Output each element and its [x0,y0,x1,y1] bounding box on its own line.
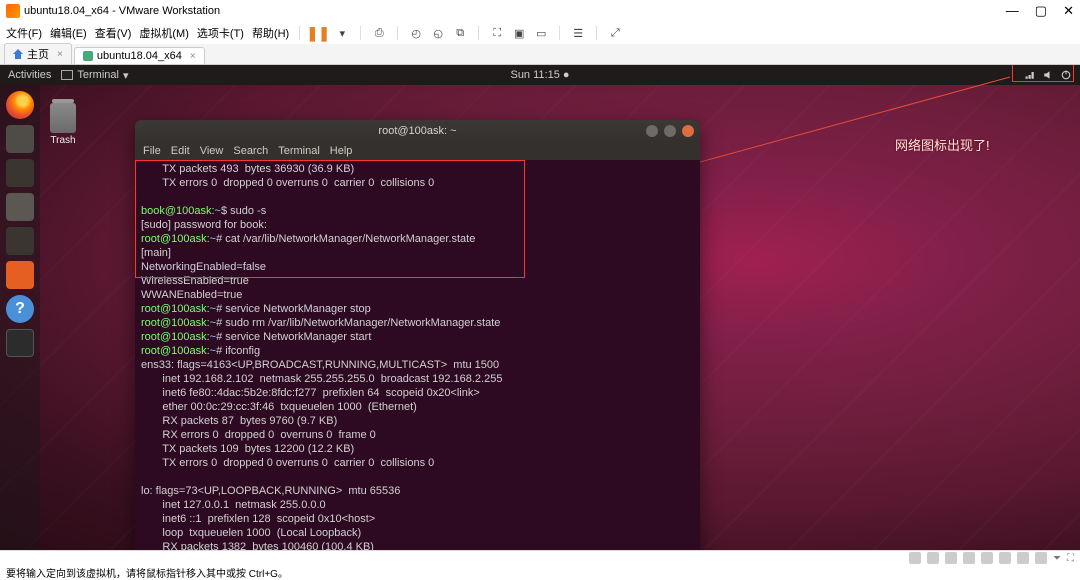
tab-vm-label: ubuntu18.04_x64 [97,50,182,62]
terminal-icon [61,70,73,80]
vmware-hint-bar: 要将输入定向到该虚拟机，请将鼠标指针移入其中或按 Ctrl+G。 [0,565,1080,579]
dock-software[interactable] [6,261,34,289]
pause-icon[interactable]: ❚❚ [310,25,326,41]
terminal-minimize-button[interactable] [646,125,658,137]
menu-help[interactable]: 帮助(H) [252,25,289,41]
status-icon[interactable] [999,552,1011,564]
status-expand-icon[interactable]: ⛶ [1067,553,1074,564]
system-tray[interactable] [1024,69,1072,81]
trash-label: Trash [50,135,75,146]
status-chevron-icon[interactable]: ⏷ [1053,553,1061,564]
maximize-button[interactable]: ▢ [1035,3,1047,19]
tab-vm[interactable]: ubuntu18.04_x64 × [74,47,205,64]
vmware-menubar: 文件(F) 编辑(E) 查看(V) 虚拟机(M) 选项卡(T) 帮助(H) ❚❚… [0,22,1080,44]
vmware-hint-text: 要将输入定向到该虚拟机，请将鼠标指针移入其中或按 Ctrl+G。 [6,565,288,580]
topbar-app-indicator[interactable]: Terminal ▾ [61,69,128,82]
status-icon[interactable] [909,552,921,564]
close-button[interactable]: ✕ [1063,3,1074,19]
dock-app-5[interactable] [6,227,34,255]
dock-firefox[interactable] [6,91,34,119]
snapshot-revert-icon[interactable]: ◵ [430,25,446,41]
terminal-window[interactable]: root@100ask: ~ File Edit View Search Ter… [135,120,700,550]
dock-files[interactable] [6,125,34,153]
tab-home[interactable]: 主页 × [4,43,72,64]
vmware-statusbar: ⏷ ⛶ [0,550,1080,565]
vmware-titlebar: ubuntu18.04_x64 - VMware Workstation — ▢… [0,0,1080,22]
tab-home-close[interactable]: × [57,49,63,60]
annotation-text: 网络图标出现了! [895,135,990,154]
home-icon [13,49,23,59]
menu-tabs[interactable]: 选项卡(T) [197,25,244,41]
dock: ? [0,85,40,550]
volume-icon [1042,69,1054,81]
stretch-icon[interactable]: ⤢ [607,25,623,41]
send-ctrl-alt-del-icon[interactable]: ⎙ [371,25,387,41]
term-menu-help[interactable]: Help [330,145,353,157]
status-icon[interactable] [945,552,957,564]
gnome-top-bar: Activities Terminal ▾ Sun 11:15 ● [0,65,1080,85]
fullscreen-icon[interactable]: ⛶ [489,25,505,41]
menu-vm[interactable]: 虚拟机(M) [139,25,189,41]
terminal-title: root@100ask: ~ [378,125,456,137]
network-icon [1024,69,1036,81]
status-icon[interactable] [1017,552,1029,564]
terminal-body[interactable]: TX packets 493 bytes 36930 (36.9 KB) TX … [135,160,700,550]
term-menu-search[interactable]: Search [233,145,268,157]
snapshot-icon[interactable]: ◴ [408,25,424,41]
snapshot-manager-icon[interactable]: ⧉ [452,25,468,41]
menu-edit[interactable]: 编辑(E) [50,25,87,41]
dock-terminal[interactable] [6,329,34,357]
unity-icon[interactable]: ▣ [511,25,527,41]
vmware-logo-icon [6,4,20,18]
terminal-titlebar[interactable]: root@100ask: ~ [135,120,700,142]
status-icon[interactable] [927,552,939,564]
toolbar-dropdown-icon[interactable]: ▾ [334,25,350,41]
terminal-maximize-button[interactable] [664,125,676,137]
dock-help[interactable]: ? [6,295,34,323]
minimize-button[interactable]: — [1006,3,1019,19]
vmware-tabs: 主页 × ubuntu18.04_x64 × [0,44,1080,65]
clock[interactable]: Sun 11:15 ● [510,69,569,81]
menu-view[interactable]: 查看(V) [95,25,132,41]
vmware-title: ubuntu18.04_x64 - VMware Workstation [24,5,220,17]
library-icon[interactable]: ☰ [570,25,586,41]
term-menu-terminal[interactable]: Terminal [278,145,320,157]
guest-viewport[interactable]: Activities Terminal ▾ Sun 11:15 ● ? Tras… [0,65,1080,550]
status-icon[interactable] [963,552,975,564]
term-menu-file[interactable]: File [143,145,161,157]
status-icon[interactable] [981,552,993,564]
topbar-app-label: Terminal [77,69,119,81]
vm-icon [83,51,93,61]
tab-vm-close[interactable]: × [190,51,196,62]
trash-icon [50,103,76,133]
console-icon[interactable]: ▭ [533,25,549,41]
term-menu-view[interactable]: View [200,145,224,157]
power-icon [1060,69,1072,81]
tab-home-label: 主页 [27,46,49,62]
term-menu-edit[interactable]: Edit [171,145,190,157]
menu-file[interactable]: 文件(F) [6,25,42,41]
terminal-menubar: File Edit View Search Terminal Help [135,142,700,160]
terminal-close-button[interactable] [682,125,694,137]
status-icon[interactable] [1035,552,1047,564]
activities-button[interactable]: Activities [8,69,51,81]
desktop-trash[interactable]: Trash [50,103,76,146]
dock-app-3[interactable] [6,159,34,187]
dock-app-4[interactable] [6,193,34,221]
